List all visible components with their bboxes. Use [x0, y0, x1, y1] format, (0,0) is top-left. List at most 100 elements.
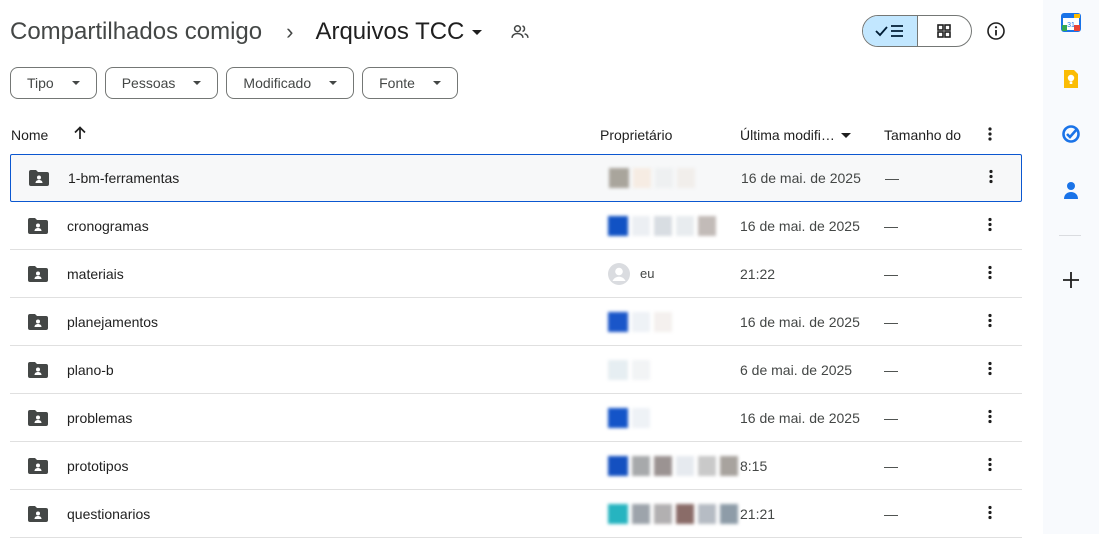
modified-date: 21:21 — [740, 505, 776, 522]
table-row[interactable]: plano-b 6 de mai. de 2025 — — [10, 346, 1022, 394]
file-name: planejamentos — [67, 313, 159, 330]
file-name: materiais — [67, 265, 124, 282]
modified-date: 16 de mai. de 2025 — [740, 409, 860, 426]
file-size: — — [884, 505, 898, 522]
table-row[interactable]: 1-bm-ferramentas 16 de mai. de 2025 — — [10, 154, 1022, 202]
redacted-owner-block — [676, 215, 694, 236]
column-options-icon[interactable] — [988, 126, 992, 145]
redacted-owner-block — [608, 455, 628, 476]
grid-view-button[interactable] — [918, 16, 972, 46]
redacted-owner-block — [654, 455, 672, 476]
file-size: — — [884, 457, 898, 474]
shared-folder-icon — [28, 361, 48, 378]
shared-people-icon[interactable] — [510, 22, 530, 42]
file-name: problemas — [67, 409, 133, 426]
redacted-owner-block — [608, 407, 628, 428]
redacted-owner-block — [654, 311, 672, 332]
more-actions-icon[interactable] — [989, 169, 993, 188]
more-actions-icon[interactable] — [988, 456, 992, 475]
owner-cell — [609, 166, 695, 190]
caret-down-icon — [329, 81, 338, 85]
add-icon[interactable] — [1061, 270, 1081, 290]
sort-arrow-up-icon[interactable] — [72, 125, 88, 144]
modified-date: 16 de mai. de 2025 — [741, 170, 861, 186]
file-name: questionarios — [67, 505, 151, 522]
caret-down-icon — [432, 81, 441, 85]
redacted-owner-block — [632, 407, 650, 428]
caret-down-icon — [71, 81, 80, 85]
redacted-owner-block — [720, 455, 738, 476]
owner-cell: eu — [608, 262, 654, 286]
breadcrumb-root[interactable]: Compartilhados comigo — [10, 18, 262, 46]
calendar-icon[interactable]: 31 — [1061, 12, 1081, 32]
filter-tipo[interactable]: Tipo — [10, 67, 97, 99]
contacts-icon[interactable] — [1061, 180, 1081, 200]
filter-pessoas[interactable]: Pessoas — [104, 67, 219, 99]
table-row[interactable]: planejamentos 16 de mai. de 2025 — — [10, 298, 1022, 346]
caret-down-icon — [840, 132, 851, 138]
file-name: cronogramas — [67, 217, 149, 234]
breadcrumb-separator: › — [286, 19, 294, 44]
modified-date: 8:15 — [740, 457, 768, 474]
more-actions-icon[interactable] — [988, 360, 992, 379]
redacted-owner-block — [633, 168, 651, 188]
owner-cell — [608, 454, 738, 478]
filter-fonte[interactable]: Fonte — [362, 67, 458, 99]
more-actions-icon[interactable] — [988, 216, 992, 235]
file-list: 1-bm-ferramentas 16 de mai. de 2025— crono… — [10, 154, 1022, 538]
table-row[interactable]: questionarios 21:21 — — [10, 490, 1022, 538]
redacted-owner-block — [608, 359, 628, 380]
side-panel: 31 — [1043, 0, 1099, 534]
table-row[interactable]: prototipos 8:15 — — [10, 442, 1022, 490]
list-view-button[interactable] — [863, 16, 918, 46]
owner-cell — [608, 406, 650, 430]
avatar — [608, 262, 630, 285]
table-row[interactable]: cronogramas 16 de mai. de 2025 — — [10, 202, 1022, 250]
file-size: — — [884, 265, 898, 282]
file-size: — — [884, 217, 898, 234]
redacted-owner-block — [655, 168, 673, 188]
table-row[interactable]: problemas 16 de mai. de 2025 — — [10, 394, 1022, 442]
breadcrumb: Compartilhados comigo › Arquivos TCC — [10, 12, 530, 52]
redacted-owner-block — [654, 215, 672, 236]
column-name[interactable]: Nome — [11, 127, 48, 143]
breadcrumb-current[interactable]: Arquivos TCC — [315, 18, 483, 46]
info-button[interactable] — [984, 19, 1008, 43]
redacted-owner-block — [698, 503, 716, 524]
column-modified[interactable]: Última modifi… — [740, 127, 851, 143]
filter-modificado[interactable]: Modificado — [226, 67, 355, 99]
more-actions-icon[interactable] — [988, 408, 992, 427]
file-name: plano-b — [67, 361, 114, 378]
table-row[interactable]: materiais eu 21:22 — — [10, 250, 1022, 298]
shared-folder-icon — [28, 217, 48, 234]
file-size: — — [884, 361, 898, 378]
owner-cell — [608, 502, 738, 526]
column-owner[interactable]: Proprietário — [600, 127, 672, 143]
more-actions-icon[interactable] — [988, 504, 992, 523]
redacted-owner-block — [698, 455, 716, 476]
caret-down-icon — [193, 81, 202, 85]
redacted-owner-block — [677, 168, 695, 188]
more-actions-icon[interactable] — [988, 312, 992, 331]
column-size[interactable]: Tamanho do — [884, 127, 961, 143]
owner-cell — [608, 310, 672, 334]
filter-bar: Tipo Pessoas Modificado Fonte — [10, 67, 458, 99]
table-header: Nome Proprietário Última modifi… Tamanho… — [10, 118, 1022, 152]
file-size: — — [885, 170, 899, 186]
folder-title: Arquivos TCC — [315, 18, 465, 45]
grid-icon — [937, 24, 952, 38]
modified-date: 21:22 — [740, 265, 776, 282]
shared-folder-icon — [28, 313, 48, 330]
tasks-icon[interactable] — [1061, 124, 1081, 144]
file-name: 1-bm-ferramentas — [68, 170, 180, 186]
shared-folder-icon — [28, 457, 48, 474]
caret-down-icon — [472, 29, 483, 35]
keep-icon[interactable] — [1061, 69, 1081, 89]
view-toggle — [862, 15, 972, 47]
redacted-owner-block — [676, 503, 694, 524]
redacted-owner-block — [720, 503, 738, 524]
modified-date: 6 de mai. de 2025 — [740, 361, 853, 378]
more-actions-icon[interactable] — [988, 264, 992, 283]
redacted-owner-block — [632, 503, 650, 524]
shared-folder-icon — [28, 265, 48, 282]
